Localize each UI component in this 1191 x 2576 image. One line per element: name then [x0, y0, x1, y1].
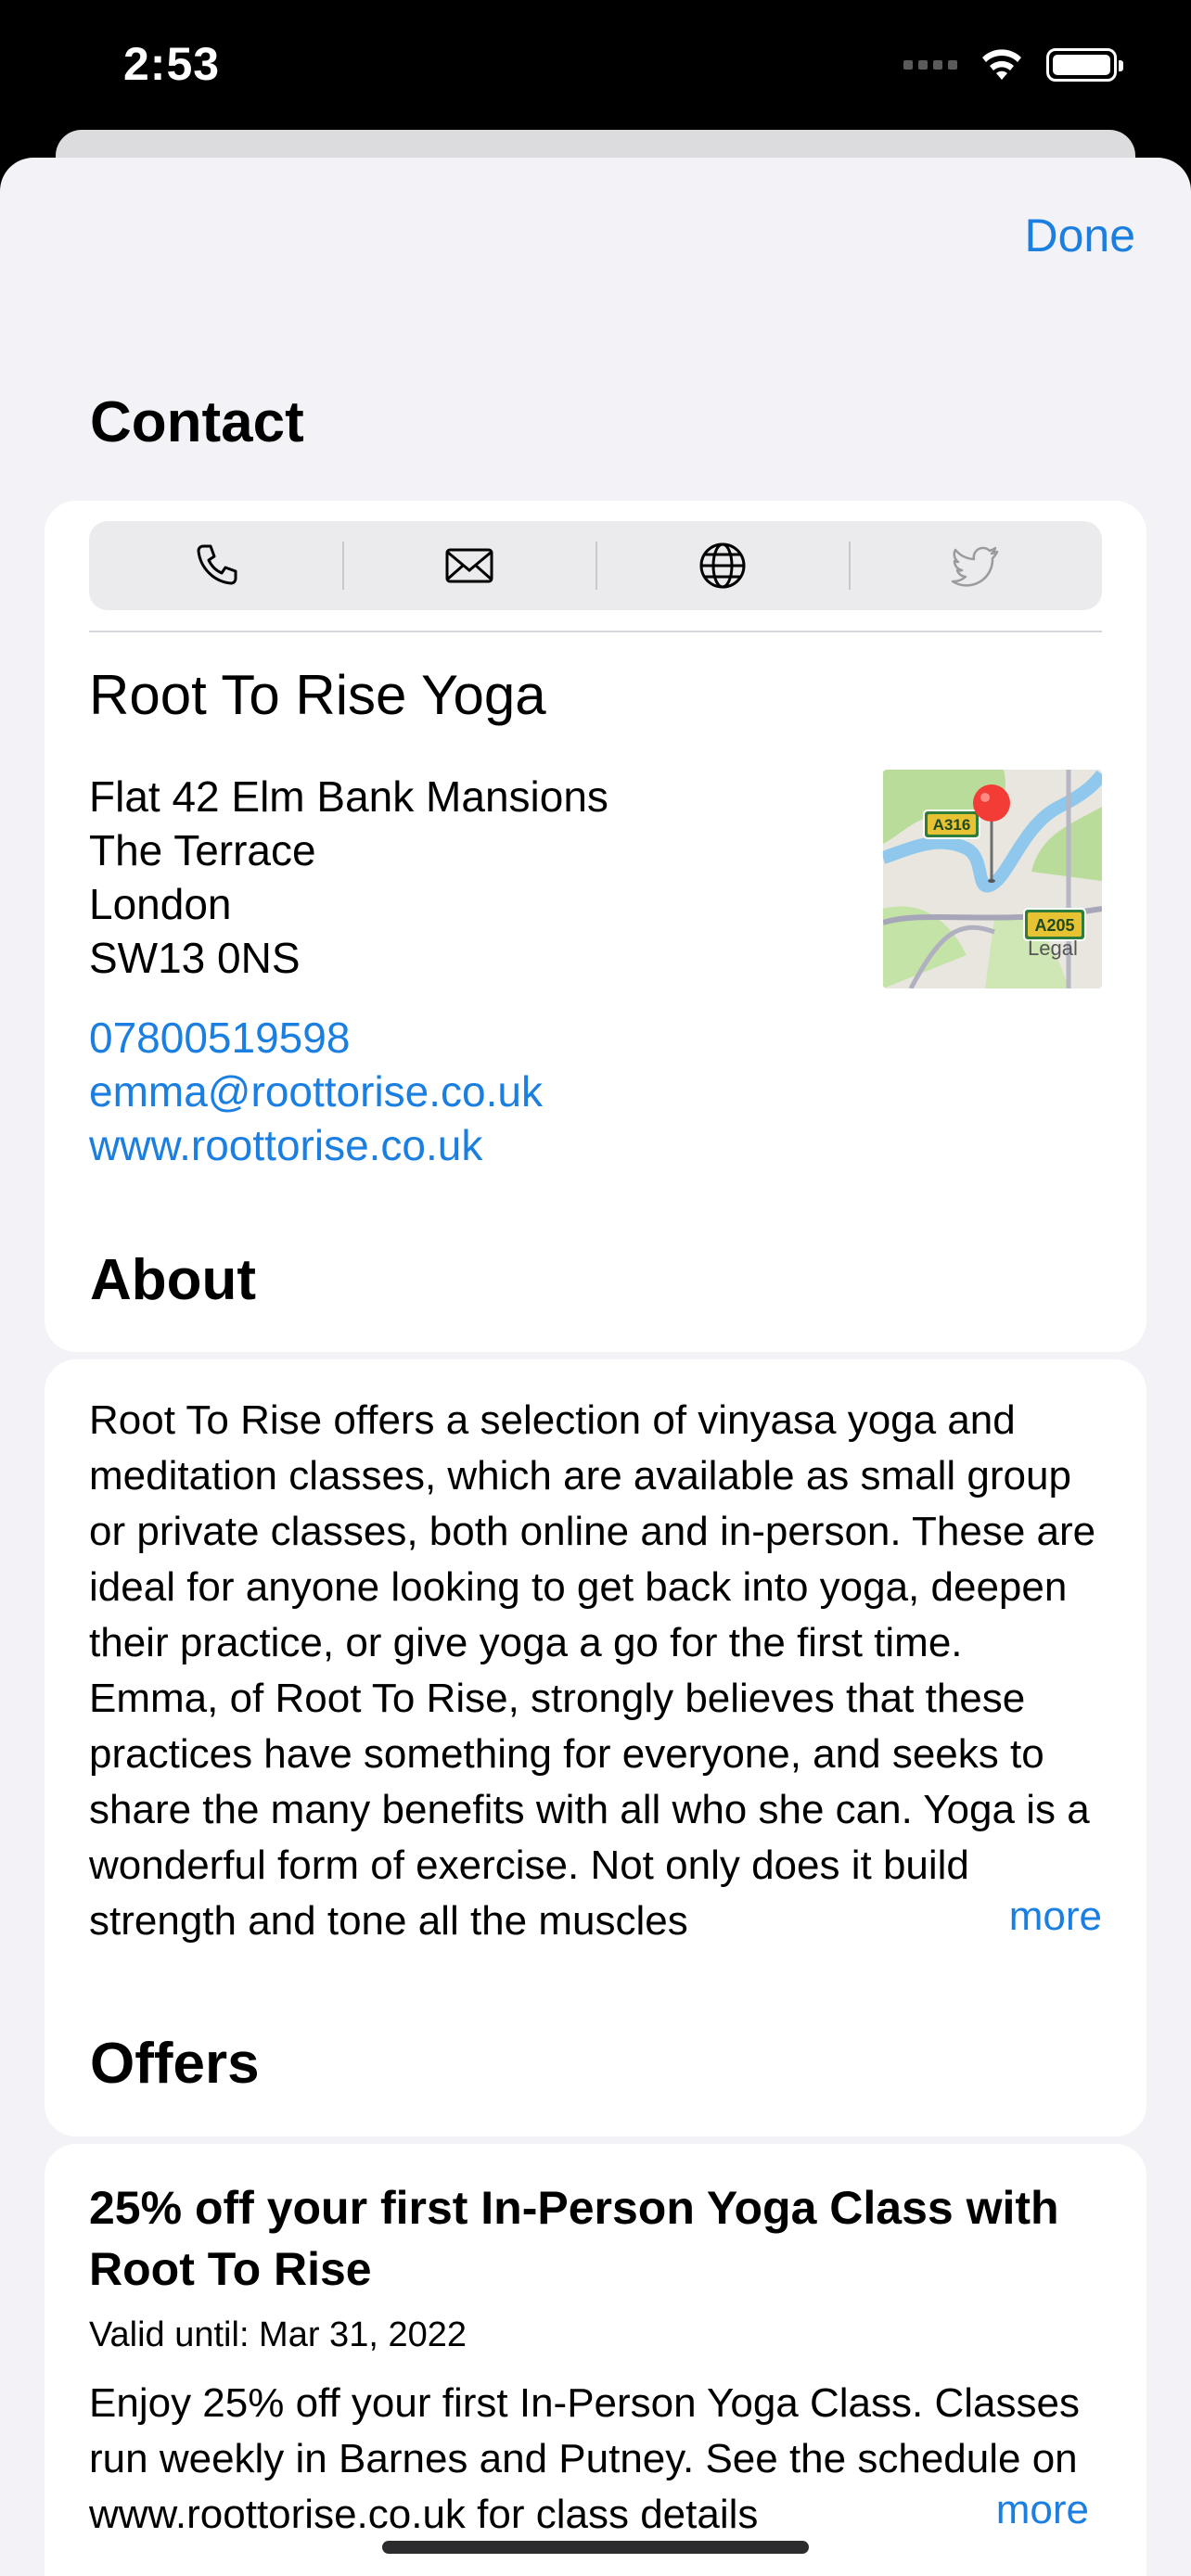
- twitter-icon: [951, 546, 998, 587]
- offer-title: 25% off your first In-Person Yoga Class …: [89, 2182, 1059, 2295]
- offer-valid-until: Valid until: Mar 31, 2022: [89, 2315, 467, 2354]
- offer-description-text: Enjoy 25% off your first In-Person Yoga …: [89, 2380, 1080, 2537]
- address-line: The Terrace: [89, 826, 316, 874]
- business-name: Root To Rise Yoga: [89, 664, 546, 726]
- map-image: A316 A205 Legal: [883, 770, 1102, 988]
- phone-link[interactable]: 07800519598: [89, 1011, 543, 1065]
- location-map[interactable]: A316 A205 Legal: [883, 770, 1102, 988]
- map-road-label: A316: [933, 816, 971, 834]
- about-section-title: About: [90, 1248, 257, 1312]
- divider: [89, 631, 1102, 632]
- address: Flat 42 Elm Bank Mansions The Terrace Lo…: [89, 770, 608, 985]
- mail-icon: [445, 548, 493, 583]
- contact-actions: [89, 521, 1102, 610]
- about-more-button[interactable]: more: [962, 1894, 1102, 1940]
- map-legal-label: Legal: [1028, 937, 1078, 960]
- globe-icon: [699, 542, 745, 589]
- address-line: Flat 42 Elm Bank Mansions: [89, 772, 608, 821]
- wifi-icon: [982, 49, 1021, 80]
- email-link[interactable]: emma@roottorise.co.uk: [89, 1065, 543, 1118]
- website-link[interactable]: www.roottorise.co.uk: [89, 1118, 543, 1172]
- offer-card: 25% off your first In-Person Yoga Class …: [45, 2144, 1146, 2576]
- status-time: 2:53: [123, 38, 221, 90]
- address-line: London: [89, 880, 232, 928]
- website-button[interactable]: [596, 521, 849, 610]
- map-road-label: A205: [1034, 916, 1074, 935]
- contact-card: Root To Rise Yoga Flat 42 Elm Bank Mansi…: [45, 501, 1146, 1352]
- done-button[interactable]: Done: [1024, 209, 1135, 262]
- business-detail-sheet: Done Contact Root To Rise Yoga Flat 42 E…: [0, 158, 1191, 2576]
- home-indicator: [382, 2541, 809, 2554]
- about-card: Root To Rise offers a selection of vinya…: [45, 1359, 1146, 2136]
- status-bar: 2:53: [0, 0, 1191, 130]
- twitter-button[interactable]: [849, 521, 1102, 610]
- address-line: SW13 0NS: [89, 934, 301, 982]
- about-body: Root To Rise offers a selection of vinya…: [89, 1397, 1096, 1944]
- contact-section-title: Contact: [90, 390, 304, 454]
- cellular-signal-icon: [903, 60, 957, 70]
- offer-more-button[interactable]: more: [949, 2487, 1089, 2533]
- battery-icon: [1046, 48, 1123, 82]
- phone-icon: [197, 544, 237, 585]
- about-text: Root To Rise offers a selection of vinya…: [89, 1393, 1102, 1949]
- email-button[interactable]: [342, 521, 596, 610]
- offers-section-title: Offers: [90, 2032, 260, 2096]
- status-icons: [903, 46, 1123, 83]
- call-button[interactable]: [89, 521, 342, 610]
- contact-links: 07800519598 emma@roottorise.co.uk www.ro…: [89, 1011, 543, 1172]
